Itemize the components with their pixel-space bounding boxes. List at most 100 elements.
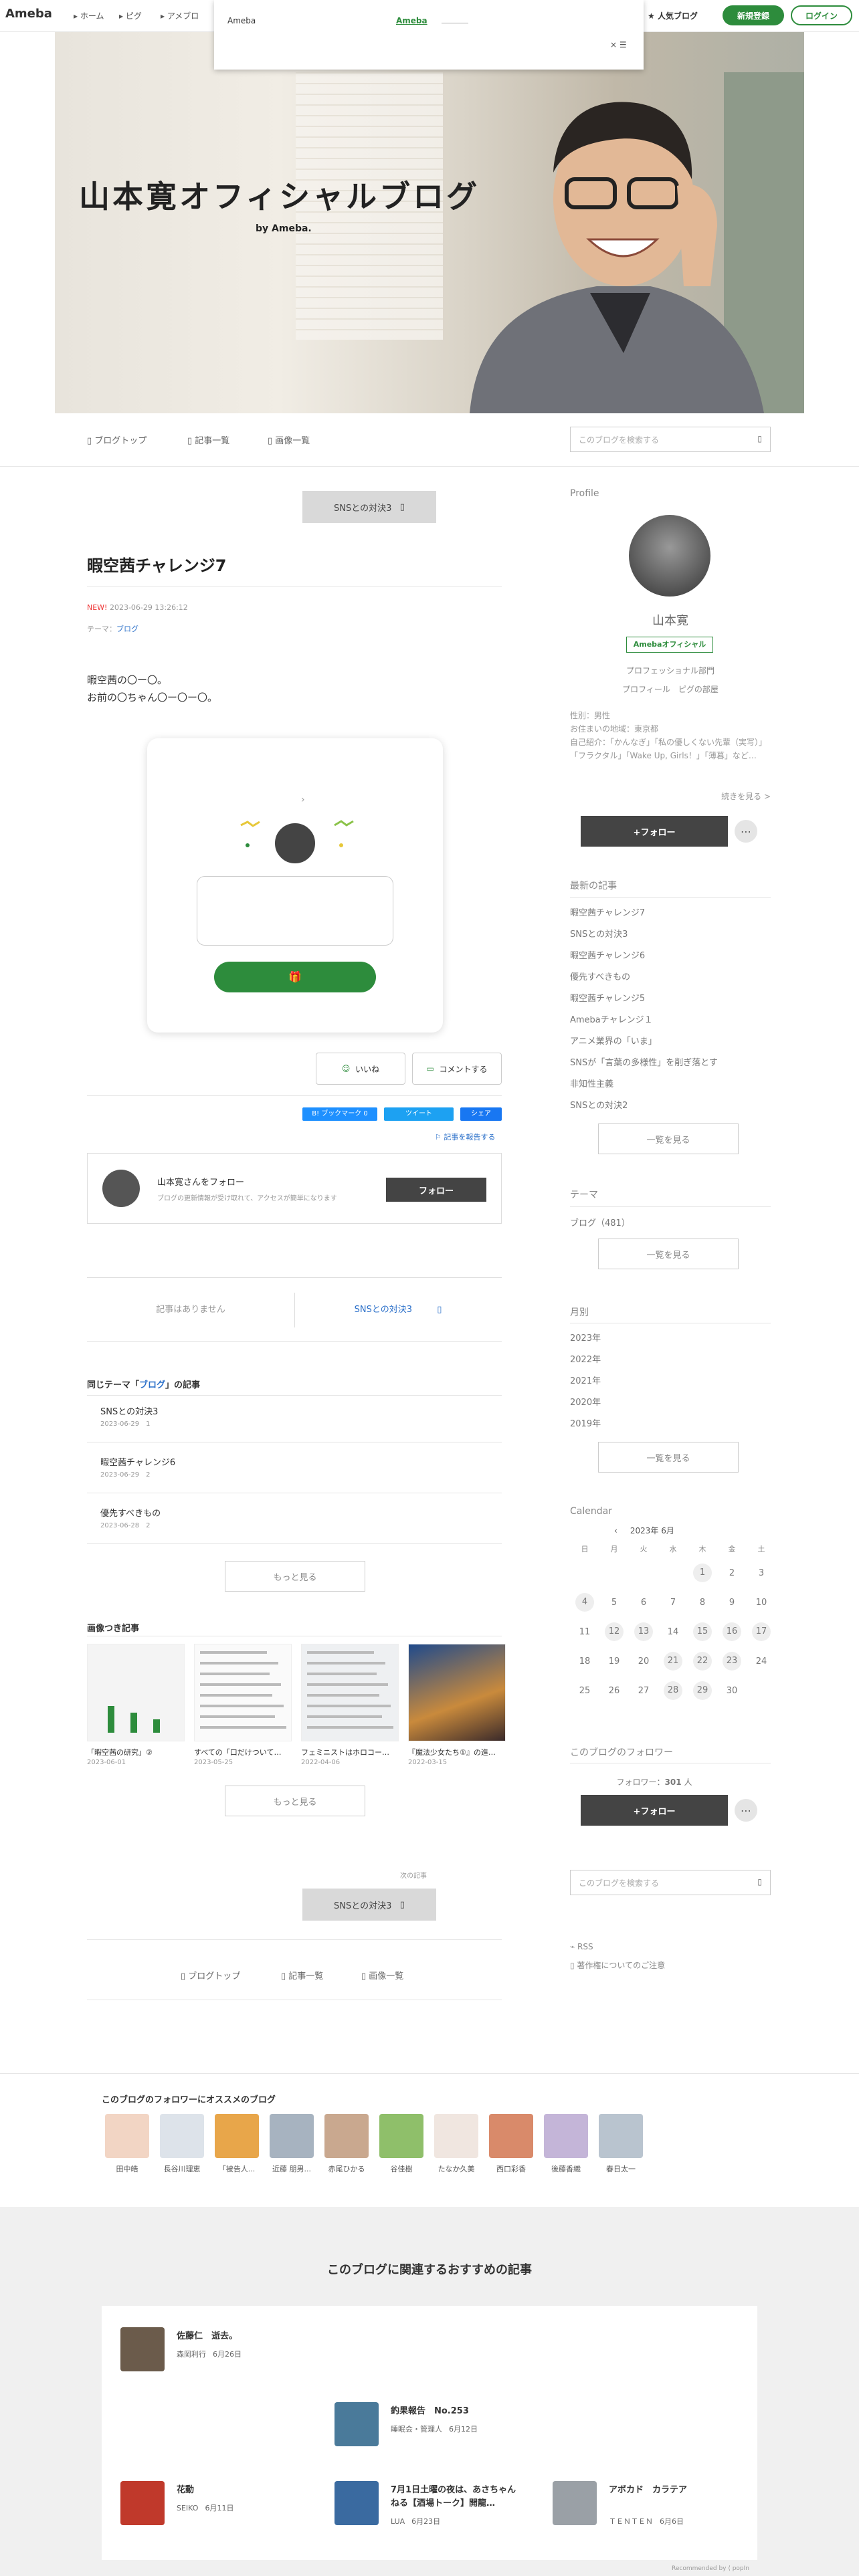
recommended-blog[interactable]: 田中皓 bbox=[100, 2114, 154, 2174]
profile-more-link[interactable]: 続きを見る > bbox=[570, 790, 771, 802]
profile-links[interactable]: プロフィール ピグの部屋 bbox=[570, 683, 771, 695]
related-article-title[interactable]: 佐藤仁 逝去。 bbox=[177, 2330, 304, 2343]
image-article-thumb[interactable] bbox=[301, 1644, 399, 1741]
latest-more-button[interactable]: 一覧を見る bbox=[598, 1123, 739, 1154]
tab-article-list[interactable]: ▯ 記事一覧 bbox=[187, 433, 229, 446]
profile-follow-button[interactable]: +フォロー bbox=[581, 816, 728, 847]
recommended-blog[interactable]: 「被告人... bbox=[210, 2114, 264, 2174]
latest-article-link[interactable]: SNSが「言葉の多様性」を削ぎ落とす bbox=[570, 1055, 771, 1068]
latest-article-link[interactable]: SNSとの対決2 bbox=[570, 1098, 771, 1111]
signup-button[interactable]: 新規登録 bbox=[723, 5, 784, 25]
image-article-title[interactable]: フェミニストはホロコー… bbox=[301, 1747, 399, 1757]
related-article-title[interactable]: アボカド カラテア bbox=[609, 2484, 736, 2497]
tab-image-list[interactable]: ▯ 画像一覧 bbox=[268, 433, 310, 446]
nav-ameblo[interactable]: ▸ アメブロ bbox=[161, 10, 199, 21]
calendar-day-posted[interactable]: 15 bbox=[693, 1622, 712, 1641]
article-title[interactable]: 暇空茜チャレンジ7 bbox=[87, 552, 502, 576]
popup-link[interactable]: Ameba bbox=[396, 16, 427, 25]
related-article-thumb[interactable] bbox=[120, 2327, 165, 2371]
same-theme-item-title[interactable]: SNSとの対決3 bbox=[100, 1404, 158, 1417]
rss-link[interactable]: ⌁ RSS bbox=[570, 1942, 593, 1951]
calendar-day-posted[interactable]: 29 bbox=[693, 1681, 712, 1700]
popup-close-icon[interactable]: × ☰ bbox=[610, 40, 627, 49]
ameba-logo[interactable]: Ameba bbox=[5, 7, 52, 21]
calendar-day-posted[interactable]: 13 bbox=[634, 1622, 653, 1641]
profile-avatar[interactable] bbox=[629, 515, 710, 597]
login-button[interactable]: ログイン bbox=[791, 5, 852, 25]
latest-article-link[interactable]: 暇空茜チャレンジ5 bbox=[570, 991, 771, 1004]
latest-article-link[interactable]: 暇空茜チャレンジ7 bbox=[570, 905, 771, 918]
recommended-blog[interactable]: 春日太一 bbox=[594, 2114, 648, 2174]
footer-tab-images[interactable]: ▯ 画像一覧 bbox=[361, 1969, 403, 1981]
tweet-button[interactable]: ツイート bbox=[384, 1107, 454, 1121]
follow-button[interactable]: フォロー bbox=[386, 1178, 486, 1202]
copyright-link[interactable]: ▯ 著作権についてのご注意 bbox=[570, 1959, 665, 1971]
tab-blog-top[interactable]: ▯ ブログトップ bbox=[87, 433, 147, 446]
latest-article-link[interactable]: Amebaチャレンジ１ bbox=[570, 1012, 771, 1025]
theme-more-button[interactable]: 一覧を見る bbox=[598, 1239, 739, 1269]
calendar-day-posted[interactable]: 4 bbox=[575, 1593, 594, 1612]
report-link[interactable]: ⚐ 記事を報告する bbox=[435, 1132, 495, 1142]
calendar-day-posted[interactable]: 21 bbox=[664, 1652, 682, 1671]
calendar-day-posted[interactable]: 23 bbox=[723, 1652, 741, 1671]
related-article-thumb[interactable] bbox=[335, 2402, 379, 2446]
recommended-blog[interactable]: 西口彩香 bbox=[484, 2114, 538, 2174]
related-article-thumb[interactable] bbox=[120, 2481, 165, 2525]
calendar-day-posted[interactable]: 1 bbox=[693, 1564, 712, 1582]
image-articles-more-button[interactable]: もっと見る bbox=[225, 1786, 365, 1816]
profile-more-icon[interactable]: ⋯ bbox=[735, 820, 757, 843]
latest-article-link[interactable]: アニメ業界の「いま」 bbox=[570, 1034, 771, 1047]
recommended-blog[interactable]: 長谷川理恵 bbox=[155, 2114, 209, 2174]
footer-tab-top[interactable]: ▯ ブログトップ bbox=[181, 1969, 240, 1981]
calendar-day-posted[interactable]: 28 bbox=[664, 1681, 682, 1700]
latest-article-link[interactable]: 優先すべきもの bbox=[570, 970, 771, 982]
related-article-title[interactable]: 釣果報告 No.253 bbox=[391, 2405, 518, 2418]
nav-pigg[interactable]: ▸ ピグ bbox=[119, 10, 142, 21]
image-article-thumb[interactable] bbox=[194, 1644, 292, 1741]
monthly-archive-link[interactable]: 2022年 bbox=[570, 1352, 771, 1365]
comment-button[interactable]: ▭ コメントする bbox=[412, 1053, 502, 1085]
related-article-title[interactable]: 7月1日土曜の夜は、あさちゃんねる【酒場トーク】開龍… bbox=[391, 2484, 518, 2510]
image-article-title[interactable]: すべての「口だけついて… bbox=[194, 1747, 292, 1757]
recommended-blog[interactable]: たなか久美 bbox=[430, 2114, 483, 2174]
ranking-link[interactable]: ★ 人気ブログ bbox=[648, 10, 698, 21]
latest-article-link[interactable]: 非知性主義 bbox=[570, 1077, 771, 1089]
latest-article-link[interactable]: 暇空茜チャレンジ6 bbox=[570, 948, 771, 961]
nav-home[interactable]: ▸ ホーム bbox=[74, 10, 104, 21]
recommended-blog[interactable]: 谷佳樹 bbox=[375, 2114, 428, 2174]
image-article-title[interactable]: 『魔法少女たち①』の進… bbox=[408, 1747, 506, 1757]
calendar-day-posted[interactable]: 17 bbox=[752, 1622, 771, 1641]
like-button[interactable]: ☺ いいね bbox=[316, 1053, 405, 1085]
recommended-blog[interactable]: 赤尾ひかる bbox=[320, 2114, 373, 2174]
theme-link[interactable]: ブログ bbox=[116, 625, 138, 633]
related-article-title[interactable]: 花動 bbox=[177, 2484, 304, 2497]
followers-more-icon[interactable]: ⋯ bbox=[735, 1799, 757, 1822]
next-article-link[interactable]: SNSとの対決3 ▯ bbox=[294, 1302, 502, 1315]
blog-search-input[interactable]: このブログを検索する ▯ bbox=[570, 427, 771, 452]
monthly-archive-link[interactable]: 2021年 bbox=[570, 1374, 771, 1386]
next-article-button[interactable]: SNSとの対決3 ▯ bbox=[302, 491, 436, 523]
bookmark-button[interactable]: B! ブックマーク 0 bbox=[302, 1107, 377, 1121]
theme-item[interactable]: ブログ（481） bbox=[570, 1216, 771, 1228]
recommended-blog[interactable]: 近藤 朋男... bbox=[265, 2114, 318, 2174]
image-article-title[interactable]: 「暇空茜の研究」② bbox=[87, 1747, 185, 1757]
calendar-day-posted[interactable]: 12 bbox=[605, 1622, 624, 1641]
followers-follow-button[interactable]: +フォロー bbox=[581, 1795, 728, 1826]
gift-button[interactable]: 🎁 bbox=[214, 962, 376, 992]
same-theme-item-title[interactable]: 暇空茜チャレンジ6 bbox=[100, 1455, 175, 1468]
monthly-archive-link[interactable]: 2023年 bbox=[570, 1331, 771, 1344]
monthly-more-button[interactable]: 一覧を見る bbox=[598, 1442, 739, 1473]
image-article-thumb[interactable] bbox=[408, 1644, 506, 1741]
image-article-thumb[interactable] bbox=[87, 1644, 185, 1741]
calendar-day-posted[interactable]: 16 bbox=[723, 1622, 741, 1641]
calendar-day-posted[interactable]: 22 bbox=[693, 1652, 712, 1671]
monthly-archive-link[interactable]: 2019年 bbox=[570, 1416, 771, 1429]
footer-tab-list[interactable]: ▯ 記事一覧 bbox=[281, 1969, 323, 1981]
recommended-blog[interactable]: 後藤香織 bbox=[539, 2114, 593, 2174]
same-theme-item-title[interactable]: 優先すべきもの bbox=[100, 1506, 161, 1519]
related-article-thumb[interactable] bbox=[335, 2481, 379, 2525]
profile-name[interactable]: 山本寛 bbox=[570, 611, 771, 629]
same-theme-more-button[interactable]: もっと見る bbox=[225, 1561, 365, 1592]
related-article-thumb[interactable] bbox=[553, 2481, 597, 2525]
latest-article-link[interactable]: SNSとの対決3 bbox=[570, 927, 771, 940]
